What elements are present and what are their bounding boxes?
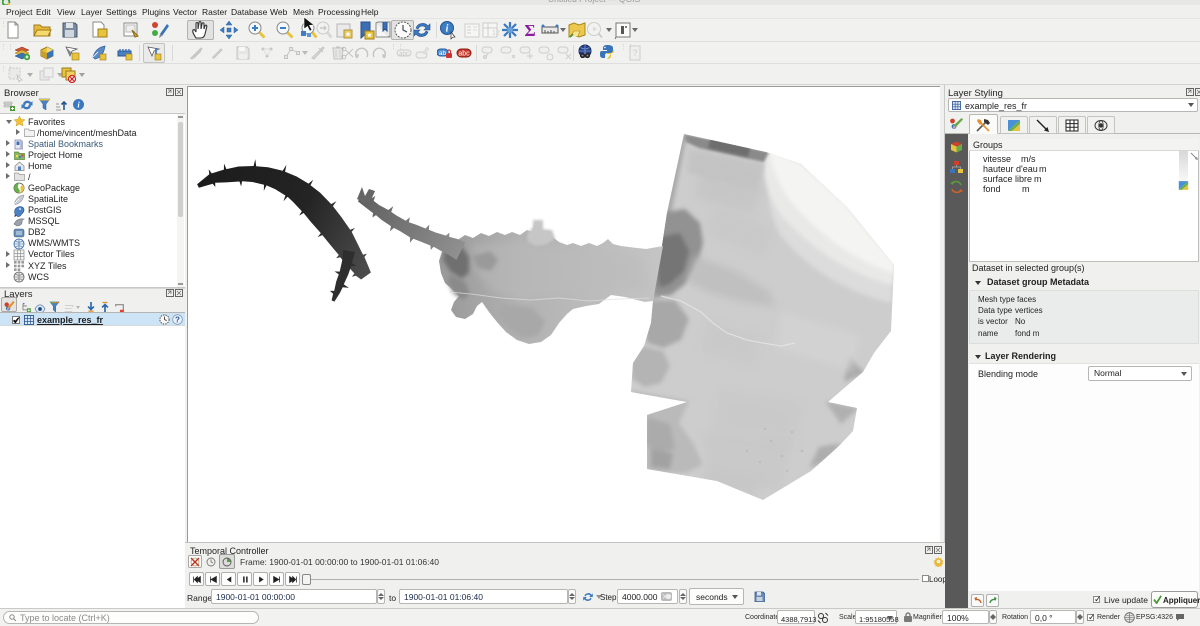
svg-text:abc: abc	[458, 51, 470, 58]
svg-text:ab: ab	[439, 50, 447, 57]
svg-text:?: ?	[632, 48, 637, 58]
svg-text:12: 12	[492, 30, 500, 37]
svg-text:Σ: Σ	[524, 21, 535, 40]
svg-text:?: ?	[175, 315, 180, 324]
svg-text:abc: abc	[399, 52, 409, 58]
svg-text:i: i	[446, 24, 449, 35]
